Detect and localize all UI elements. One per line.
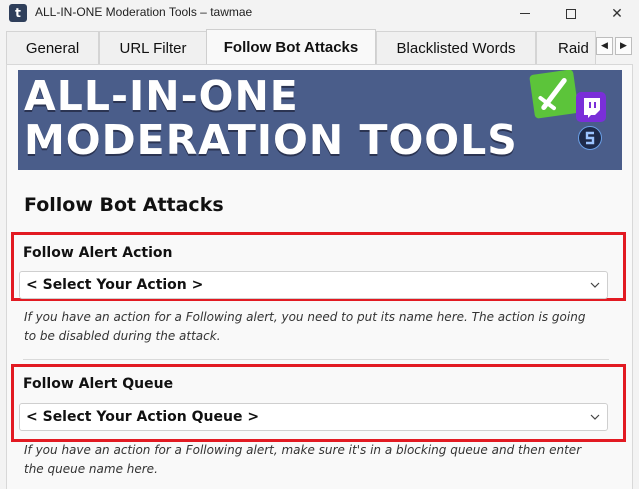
chevron-left-icon: ◀ — [601, 41, 608, 51]
follow-alert-queue-help: If you have an action for a Following al… — [24, 443, 582, 476]
maximize-button[interactable] — [548, 0, 594, 27]
follow-alert-action-select[interactable]: < Select Your Action > — [19, 271, 608, 299]
follow-alert-action-value: < Select Your Action > — [26, 277, 204, 293]
app-icon-glyph: t — [15, 6, 21, 20]
tab-content-panel: ALL-IN-ONE MODERATION TOOLS Follow Bot A… — [6, 64, 633, 489]
follow-alert-action-help: If you have an action for a Following al… — [24, 310, 586, 343]
chevron-down-icon — [589, 411, 601, 423]
tab-raid[interactable]: Raid — [536, 31, 596, 64]
twitch-icon — [576, 92, 606, 122]
sword-icon — [529, 70, 579, 119]
minimize-icon — [520, 13, 530, 14]
minimize-button[interactable] — [502, 0, 548, 27]
follow-alert-queue-label: Follow Alert Queue — [23, 376, 174, 392]
follow-alert-queue-select[interactable]: < Select Your Action Queue > — [19, 403, 608, 431]
follow-alert-queue-value: < Select Your Action Queue > — [26, 409, 260, 425]
banner-logo-text: ALL-IN-ONE MODERATION TOOLS — [24, 74, 518, 162]
banner-line-2: MODERATION TOOLS — [24, 116, 518, 164]
window-title: ALL-IN-ONE Moderation Tools – tawmae — [35, 5, 253, 19]
banner-image: ALL-IN-ONE MODERATION TOOLS — [18, 70, 622, 170]
tab-strip: General URL Filter Follow Bot Attacks Bl… — [0, 27, 639, 64]
close-icon: ✕ — [611, 5, 623, 22]
follow-alert-action-label: Follow Alert Action — [23, 245, 173, 261]
maximize-icon — [566, 8, 576, 19]
sword-icon-graphic — [538, 77, 567, 111]
twitch-icon-graphic — [584, 98, 600, 118]
title-bar: t ALL-IN-ONE Moderation Tools – tawmae ✕ — [0, 0, 639, 27]
streamerbot-icon-graphic — [585, 131, 595, 145]
tab-url-filter[interactable]: URL Filter — [99, 31, 207, 64]
tab-follow-bot-attacks[interactable]: Follow Bot Attacks — [206, 29, 376, 64]
banner-line-1: ALL-IN-ONE — [24, 72, 299, 120]
streamerbot-icon — [578, 126, 602, 150]
tab-scroll-right-button[interactable]: ▶ — [615, 37, 632, 55]
page-title: Follow Bot Attacks — [24, 194, 224, 216]
section-divider — [23, 359, 609, 360]
chevron-down-icon — [589, 279, 601, 291]
app-icon: t — [9, 4, 27, 22]
close-button[interactable]: ✕ — [594, 0, 639, 27]
chevron-right-icon: ▶ — [620, 41, 627, 51]
tab-general[interactable]: General — [6, 31, 99, 64]
tab-scroll-left-button[interactable]: ◀ — [596, 37, 613, 55]
tab-blacklisted-words[interactable]: Blacklisted Words — [376, 31, 536, 64]
